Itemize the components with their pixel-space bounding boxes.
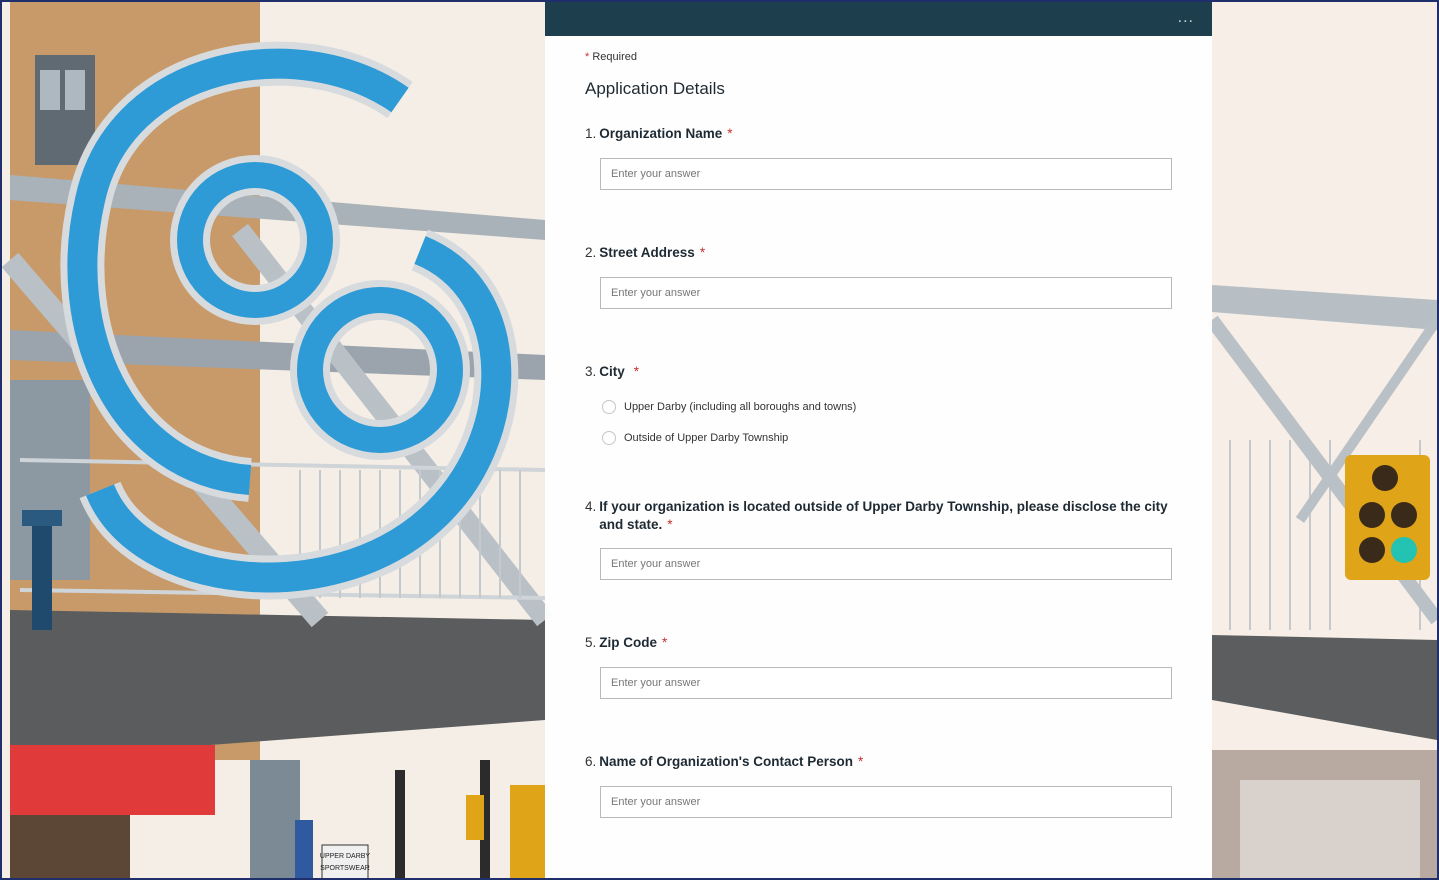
form-header-bar: ... xyxy=(545,0,1212,36)
required-note: * Required xyxy=(585,51,1172,63)
question-label: Name of Organization's Contact Person xyxy=(599,754,854,769)
question-title: 3. City * xyxy=(585,363,1172,381)
question-label: Street Address xyxy=(599,245,695,260)
required-label: Required xyxy=(592,51,637,63)
more-options-icon[interactable]: ... xyxy=(1178,9,1194,27)
question-number: 2. xyxy=(585,245,597,260)
required-star: * xyxy=(585,51,590,63)
option-label: Outside of Upper Darby Township xyxy=(624,431,789,444)
question-title: 4. If your organization is located outsi… xyxy=(585,498,1172,534)
option-label: Upper Darby (including all boroughs and … xyxy=(624,400,857,413)
required-star: * xyxy=(633,364,640,379)
city-option-outside[interactable]: Outside of Upper Darby Township xyxy=(602,422,1172,453)
question-contact-person: 6. Name of Organization's Contact Person… xyxy=(585,753,1172,833)
question-title: 1. Organization Name * xyxy=(585,125,1172,143)
question-outside-city-state: 4. If your organization is located outsi… xyxy=(585,498,1172,634)
question-number: 3. xyxy=(585,364,597,379)
contact-person-input[interactable]: Enter your answer xyxy=(600,786,1172,818)
question-label: Organization Name xyxy=(599,126,723,141)
form-panel: ... * Required Application Details 1. Or… xyxy=(545,0,1212,880)
zip-code-input[interactable]: Enter your answer xyxy=(600,667,1172,699)
svg-text:SPORTSWEAR: SPORTSWEAR xyxy=(320,865,370,872)
question-city: 3. City * Upper Darby (including all boro… xyxy=(585,363,1172,498)
question-title: 2. Street Address * xyxy=(585,244,1172,262)
question-title: 6. Name of Organization's Contact Person… xyxy=(585,753,1172,771)
radio-button[interactable] xyxy=(602,430,616,445)
question-title: 5. Zip Code * xyxy=(585,634,1172,652)
question-number: 5. xyxy=(585,635,597,650)
city-state-input[interactable]: Enter your answer xyxy=(600,548,1172,580)
question-zip-code: 5. Zip Code * Enter your answer xyxy=(585,634,1172,753)
question-number: 1. xyxy=(585,126,597,141)
question-number: 4. xyxy=(585,499,597,514)
street-address-input[interactable]: Enter your answer xyxy=(600,277,1172,309)
required-star: * xyxy=(727,126,733,141)
required-star: * xyxy=(667,517,673,532)
question-organization-name: 1. Organization Name * Enter your answer xyxy=(585,125,1172,244)
question-label: City xyxy=(599,364,625,379)
organization-name-input[interactable]: Enter your answer xyxy=(600,158,1172,190)
city-option-upper-darby[interactable]: Upper Darby (including all boroughs and … xyxy=(602,391,1172,422)
question-label: Zip Code xyxy=(599,635,658,650)
question-number: 6. xyxy=(585,754,597,769)
form-content: * Required Application Details 1. Organi… xyxy=(545,36,1212,833)
question-street-address: 2. Street Address * Enter your answer xyxy=(585,244,1172,363)
question-label: If your organization is located outside … xyxy=(599,499,1168,532)
required-star: * xyxy=(858,754,864,769)
section-title: Application Details xyxy=(585,79,725,98)
radio-button[interactable] xyxy=(602,399,616,414)
required-star: * xyxy=(662,635,668,650)
svg-text:UPPER DARBY: UPPER DARBY xyxy=(320,853,371,860)
required-star: * xyxy=(699,245,706,260)
